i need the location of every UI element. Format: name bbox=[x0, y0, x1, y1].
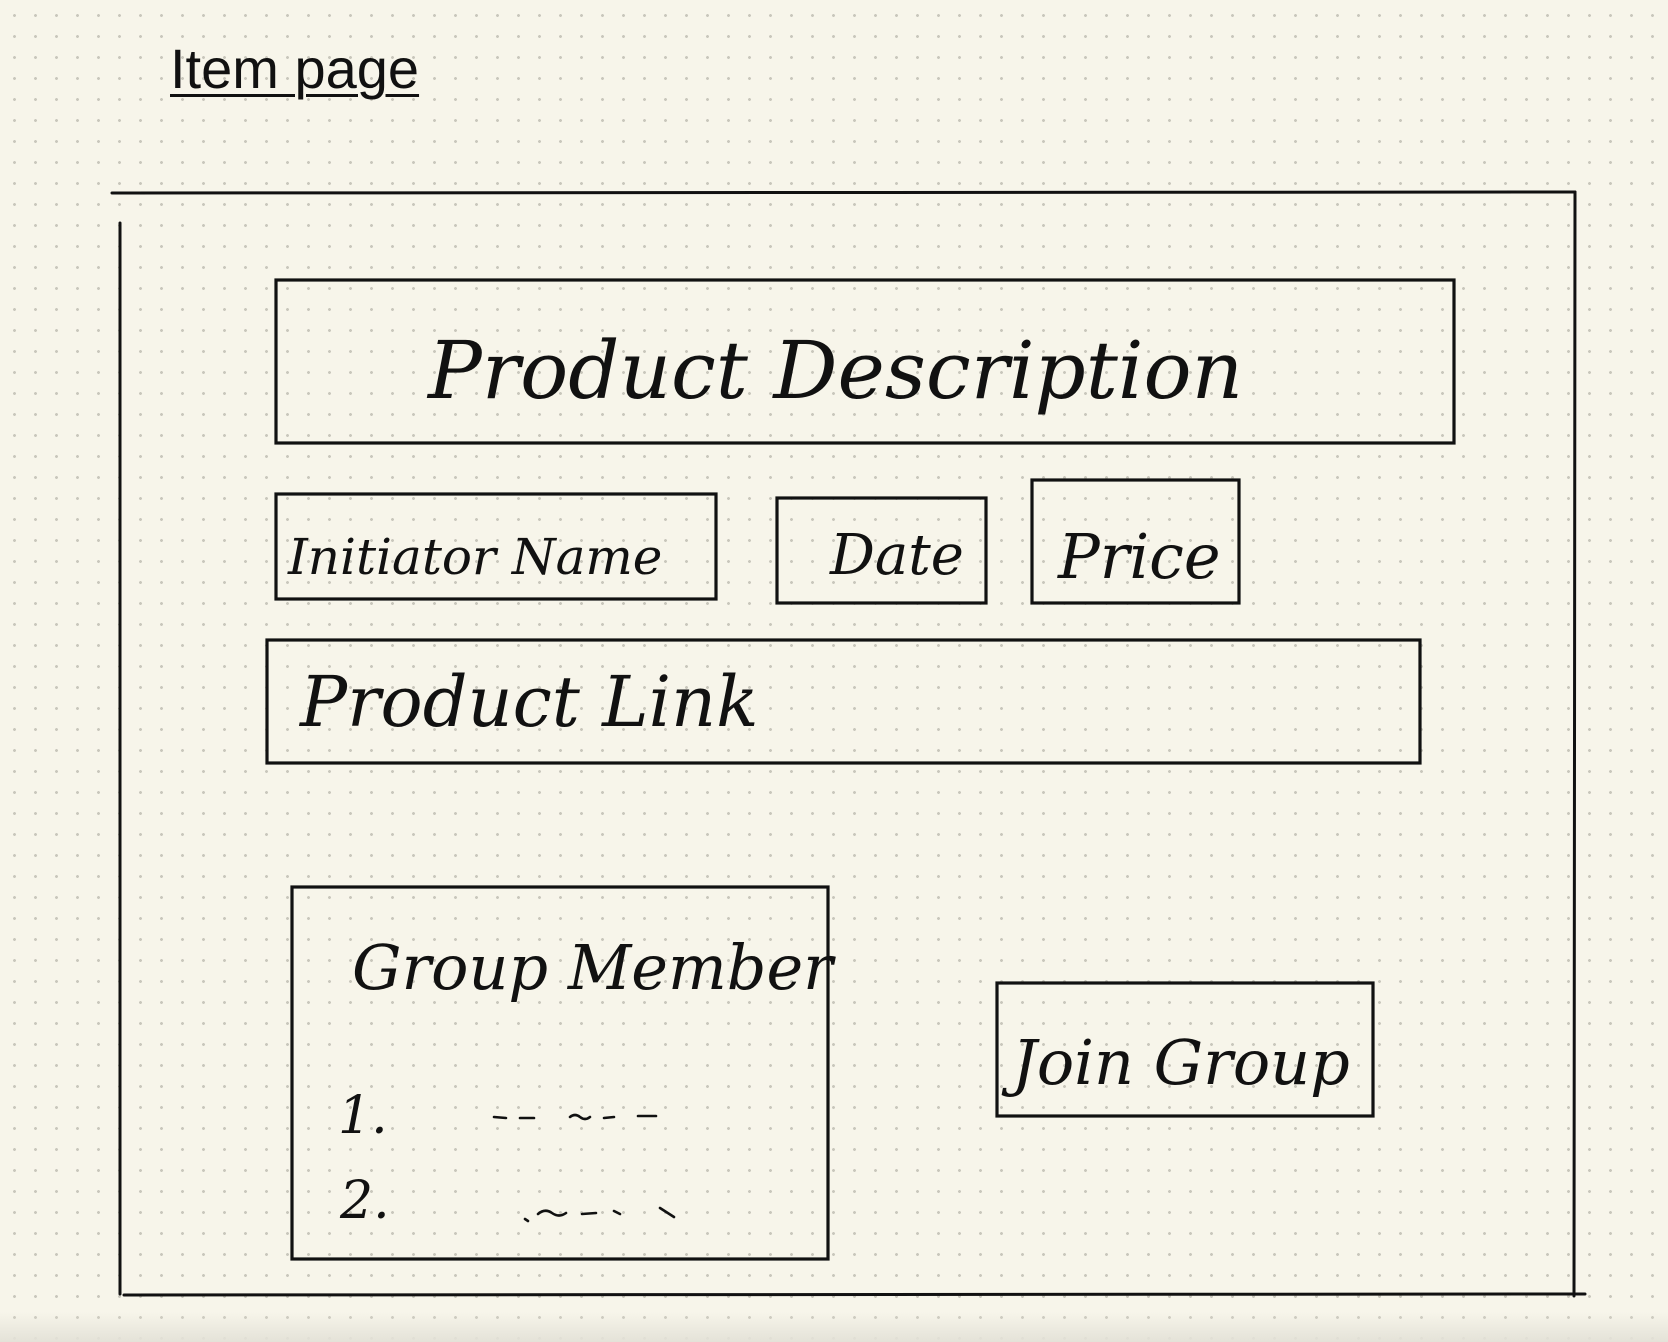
join-group-button[interactable]: Join Group bbox=[995, 981, 1375, 1118]
group-member-list: 1. 2. bbox=[338, 1086, 676, 1231]
initiator-name-box: Initiator Name bbox=[274, 492, 718, 601]
wireframe-sketch: Product Description Initiator Name Date … bbox=[110, 190, 1587, 1298]
group-member-box: Group Member 1. 2. bbox=[290, 885, 836, 1261]
list-item-placeholder-scribble bbox=[523, 1206, 676, 1223]
product-description-label: Product Description bbox=[426, 324, 1243, 417]
date-label: Date bbox=[829, 523, 964, 588]
frame-right-line bbox=[1572, 190, 1577, 1298]
list-item-number: 2. bbox=[339, 1171, 390, 1231]
list-item-placeholder-scribble bbox=[492, 1113, 658, 1121]
list-item-number: 1. bbox=[338, 1086, 388, 1146]
initiator-name-label: Initiator Name bbox=[287, 528, 662, 586]
product-description-box: Product Description bbox=[274, 278, 1456, 445]
list-item: 2. bbox=[339, 1171, 676, 1231]
price-box: Price bbox=[1030, 478, 1241, 605]
frame-bottom-line bbox=[122, 1292, 1587, 1297]
product-link-label: Product Link bbox=[298, 661, 759, 743]
list-item: 1. bbox=[338, 1086, 658, 1146]
price-label: Price bbox=[1057, 520, 1221, 593]
product-link-box: Product Link bbox=[265, 638, 1422, 765]
bottom-shadow bbox=[0, 1312, 1668, 1342]
date-box: Date bbox=[775, 496, 988, 605]
join-group-label[interactable]: Join Group bbox=[1001, 1026, 1350, 1099]
frame-top-line bbox=[110, 190, 1577, 195]
group-member-heading: Group Member bbox=[352, 931, 836, 1004]
